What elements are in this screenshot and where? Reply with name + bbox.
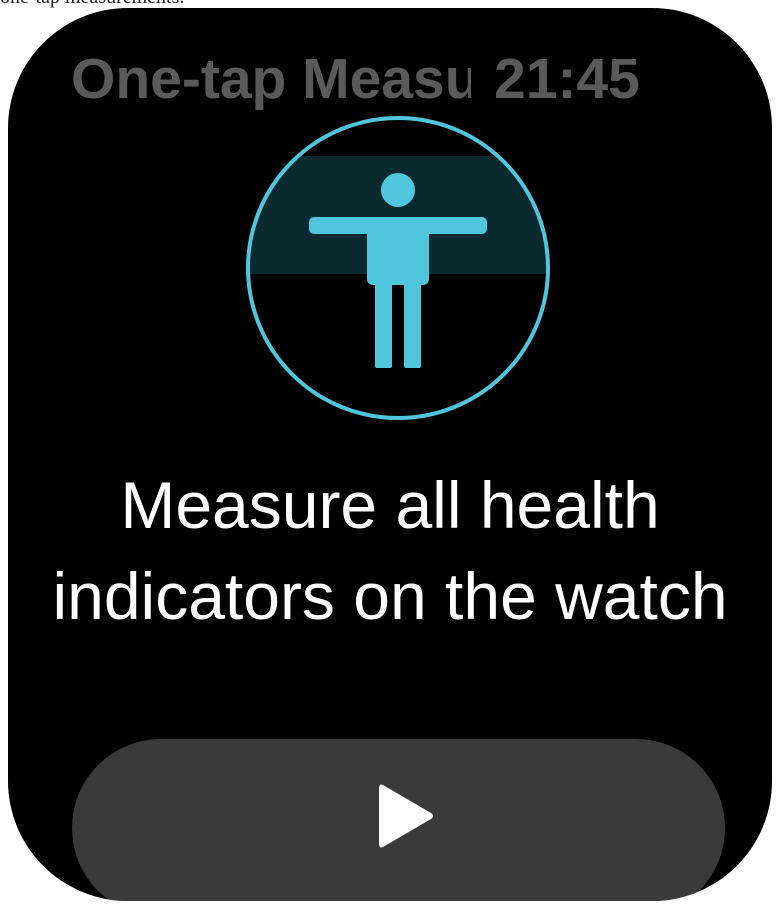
play-icon [377, 781, 437, 851]
clock: 21:45 [494, 47, 640, 111]
status-bar: One-tap Measur 21:45 [8, 44, 772, 124]
start-measurement-button[interactable] [72, 739, 725, 901]
app-title: One-tap Measur [71, 47, 471, 111]
headline: Measure all health indicators on the wat… [52, 468, 728, 633]
body-scan-icon [246, 116, 550, 420]
watch-screen: One-tap Measur 21:45 Measure all health … [8, 8, 772, 901]
